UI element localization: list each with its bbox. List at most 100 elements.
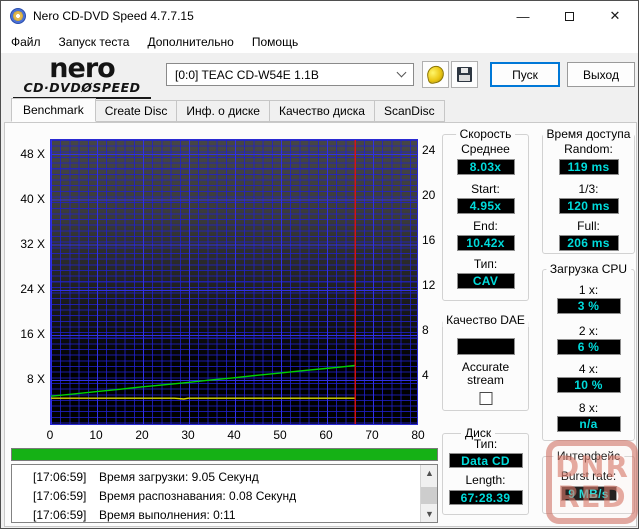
tab-create-disc[interactable]: Create Disc [94, 100, 178, 122]
average-speed-display: 8.03x [456, 159, 515, 175]
log-text: Время распознавания: 0.08 Секунд [99, 489, 297, 503]
scroll-up-icon[interactable]: ▲ [421, 465, 437, 481]
scrollbar-thumb[interactable] [421, 487, 437, 504]
watermark-line1: DNR [555, 450, 629, 484]
tab-benchmark[interactable]: Benchmark [11, 98, 96, 122]
accurate-stream-checkbox[interactable] [479, 392, 492, 405]
log-text: Время выполнения: 0:11 [99, 508, 236, 522]
dae-quality-display [456, 338, 515, 355]
nero-logo-text: nero [49, 53, 115, 84]
close-icon: ✕ [609, 8, 621, 23]
scroll-down-icon[interactable]: ▼ [421, 506, 437, 522]
log-scrollbar[interactable]: ▲ ▼ [420, 465, 437, 522]
menu-bar: Файл Запуск теста Дополнительно Помощь [1, 31, 638, 53]
read-type-display: CAV [456, 273, 515, 289]
disc-type-display: Data CD [448, 453, 523, 468]
disc-length-display: 67:28.39 [448, 490, 523, 505]
start-speed-display: 4.95x [456, 198, 515, 214]
disc-length-label: Length: [465, 473, 506, 487]
left-axis-tick: 48 X [20, 147, 45, 161]
random-label: Random: [564, 142, 613, 156]
app-cd-icon [10, 8, 26, 24]
chart-lines-svg [51, 140, 356, 424]
log-timestamp: [17:06:59] [33, 489, 87, 503]
watermark-line2: RED [557, 480, 627, 514]
options-button[interactable] [422, 61, 449, 88]
full-access-display: 206 ms [558, 235, 619, 251]
log-text: Время загрузки: 9.05 Секунд [99, 470, 259, 484]
tab-disc-quality[interactable]: Качество диска [268, 100, 375, 122]
progress-fill [12, 449, 437, 460]
x-axis-tick: 70 [365, 428, 379, 442]
tab-strip: Benchmark Create Disc Инф. о диске Качес… [11, 98, 445, 122]
logo-speed-text: SPEED [92, 80, 141, 95]
dae-panel-title: Качество DAE [442, 313, 529, 327]
start-button[interactable]: Пуск [490, 62, 560, 87]
cpu-8x-display: n/a [556, 416, 621, 432]
disc-panel: Диск Тип: Data CD Length: 67:28.39 [442, 426, 529, 515]
access-time-title: Время доступа [542, 127, 635, 141]
full-label: Full: [577, 219, 600, 233]
maximize-button[interactable] [546, 1, 592, 31]
maximize-icon [564, 11, 574, 21]
x-axis-tick: 10 [89, 428, 103, 442]
chevron-down-icon [396, 67, 407, 78]
drive-select-value: [0:0] TEAC CD-W54E 1.1B [175, 67, 319, 82]
x-axis-tick: 60 [319, 428, 333, 442]
cpu-panel-title: Загрузка CPU [545, 262, 632, 276]
random-access-display: 119 ms [558, 159, 619, 175]
cpu-4x-label: 4 x: [578, 362, 599, 376]
cpu-8x-label: 8 x: [578, 401, 599, 415]
exit-button[interactable]: Выход [567, 62, 635, 87]
left-axis-tick: 24 X [20, 282, 45, 296]
drive-select[interactable]: [0:0] TEAC CD-W54E 1.1B [166, 63, 414, 86]
log-line: [17:06:59] Время загрузки: 9.05 Секунд [12, 468, 437, 487]
menu-advanced[interactable]: Дополнительно [138, 31, 242, 53]
title-bar: Nero CD-DVD Speed 4.7.7.15 — ✕ [1, 1, 638, 31]
left-axis-tick: 40 X [20, 192, 45, 206]
options-icon [425, 64, 446, 85]
x-axis-tick: 0 [46, 428, 54, 442]
logo-cd-text: CD·DVD [23, 80, 82, 95]
dnr-red-watermark: DNR RED [546, 440, 638, 524]
minimize-icon: — [516, 8, 530, 24]
toolbar: nero CD·DVDØSPEED [0:0] TEAC CD-W54E 1.1… [1, 53, 638, 99]
minimize-button[interactable]: — [500, 1, 546, 31]
menu-file[interactable]: Файл [2, 31, 50, 53]
log-line: [17:06:59] Время распознавания: 0.08 Сек… [12, 487, 437, 506]
type-label: Тип: [473, 257, 498, 271]
window-title: Nero CD-DVD Speed 4.7.7.15 [33, 9, 194, 23]
benchmark-chart [50, 139, 418, 425]
log-line: [17:06:59] Время выполнения: 0:11 [12, 506, 437, 522]
average-label: Среднее [461, 142, 510, 156]
speed-panel: Скорость Среднее 8.03x Start: 4.95x End:… [442, 127, 529, 301]
save-button[interactable] [451, 61, 478, 88]
left-axis-tick: 32 X [20, 237, 45, 251]
dae-panel: Качество DAE Accurate stream [442, 313, 529, 411]
cpu-2x-display: 6 % [556, 339, 621, 355]
cpu-1x-label: 1 x: [578, 283, 599, 297]
log-list[interactable]: [17:06:59] Время загрузки: 9.05 Секунд [… [11, 464, 438, 523]
access-time-panel: Время доступа Random: 119 ms 1/3: 120 ms… [542, 127, 635, 254]
tab-disc-info[interactable]: Инф. о диске [176, 100, 270, 122]
cpu-panel: Загрузка CPU 1 x: 3 % 2 x: 6 % 4 x: 10 %… [542, 262, 635, 441]
left-axis-tick: 16 X [20, 327, 45, 341]
x-axis-tick: 50 [273, 428, 287, 442]
save-icon [457, 67, 472, 82]
tab-scandisc[interactable]: ScanDisc [373, 100, 445, 122]
disc-glyph-icon: Ø [81, 80, 93, 95]
nero-logo: nero CD·DVDØSPEED [13, 53, 151, 99]
close-button[interactable]: ✕ [592, 1, 638, 31]
x-axis-tick: 80 [411, 428, 425, 442]
accurate-stream-label2: stream [467, 373, 504, 387]
start-label: Start: [471, 182, 500, 196]
speed-panel-title: Скорость [455, 127, 516, 141]
end-label: End: [473, 219, 498, 233]
progress-bar [11, 448, 438, 461]
menu-run-test[interactable]: Запуск теста [50, 31, 139, 53]
cpu-2x-label: 2 x: [578, 324, 599, 338]
third-label: 1/3: [578, 182, 599, 196]
x-axis-tick: 40 [227, 428, 241, 442]
menu-help[interactable]: Помощь [243, 31, 307, 53]
log-timestamp: [17:06:59] [33, 508, 87, 522]
